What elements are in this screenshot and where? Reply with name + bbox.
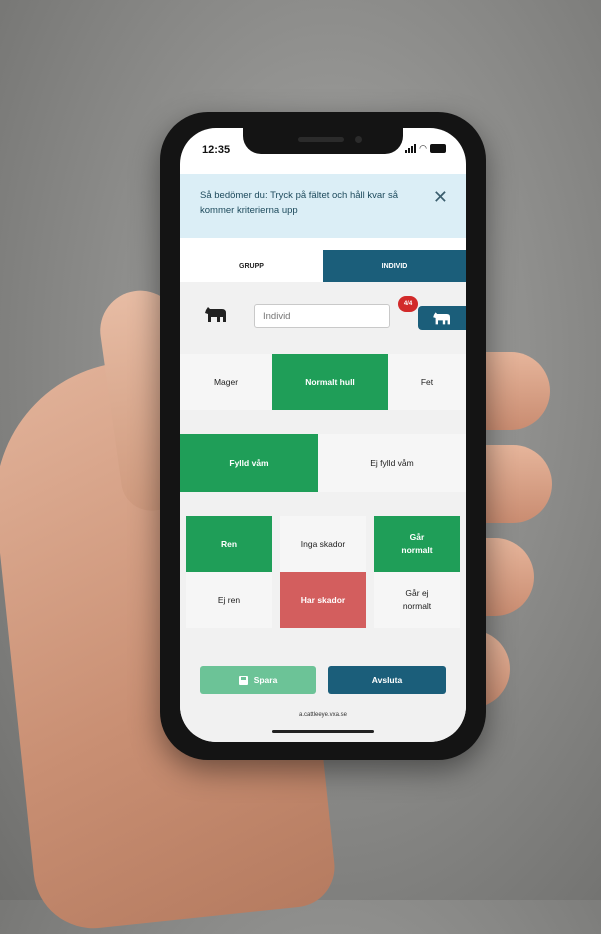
close-icon[interactable]: ✕ [433, 188, 448, 206]
option-gar-normalt[interactable]: Går normalt [374, 516, 460, 572]
camera [355, 136, 362, 143]
individual-id-input[interactable] [254, 304, 390, 328]
option-ej-ren[interactable]: Ej ren [186, 572, 272, 628]
add-individual-button[interactable] [418, 306, 466, 330]
phone-notch [243, 128, 403, 154]
option-fylld-vam[interactable]: Fylld våm [180, 434, 318, 492]
tab-grupp[interactable]: GRUPP [180, 250, 323, 282]
count-badge: 4/4 [398, 296, 418, 312]
cow-icon [205, 307, 226, 322]
battery-icon [430, 144, 446, 153]
option-har-skador[interactable]: Har skador [280, 572, 366, 628]
tab-bar: GRUPP INDIVID [180, 250, 466, 282]
option-fet[interactable]: Fet [388, 354, 466, 410]
save-button-label: Spara [253, 675, 278, 685]
tab-individ[interactable]: INDIVID [323, 250, 466, 282]
cow-icon [433, 312, 450, 325]
option-ej-fylld-vam[interactable]: Ej fylld våm [318, 434, 466, 492]
wifi-icon: ◠ [419, 143, 427, 153]
status-time: 12:35 [202, 144, 231, 156]
speaker [298, 137, 344, 142]
info-banner: Så bedömer du: Tryck på fältet och håll … [180, 174, 466, 238]
home-indicator [272, 730, 374, 733]
signal-icon [405, 144, 417, 153]
option-mager[interactable]: Mager [180, 354, 272, 410]
footer-url: a.cattleeye.vxa.se [298, 712, 348, 718]
option-ren[interactable]: Ren [186, 516, 272, 572]
option-gar-ej-normalt[interactable]: Går ej normalt [374, 572, 460, 628]
option-normalt-hull[interactable]: Normalt hull [272, 354, 388, 410]
phone-screen: 12:35 ◠ Så bedömer du: Tryck på fältet o… [180, 128, 466, 742]
info-banner-text: Så bedömer du: Tryck på fältet och håll … [200, 190, 399, 216]
option-inga-skador[interactable]: Inga skador [280, 516, 366, 572]
save-button[interactable]: Spara [200, 666, 316, 694]
finish-button[interactable]: Avsluta [328, 666, 446, 694]
save-icon [238, 675, 248, 685]
status-icons: ◠ [405, 144, 446, 153]
